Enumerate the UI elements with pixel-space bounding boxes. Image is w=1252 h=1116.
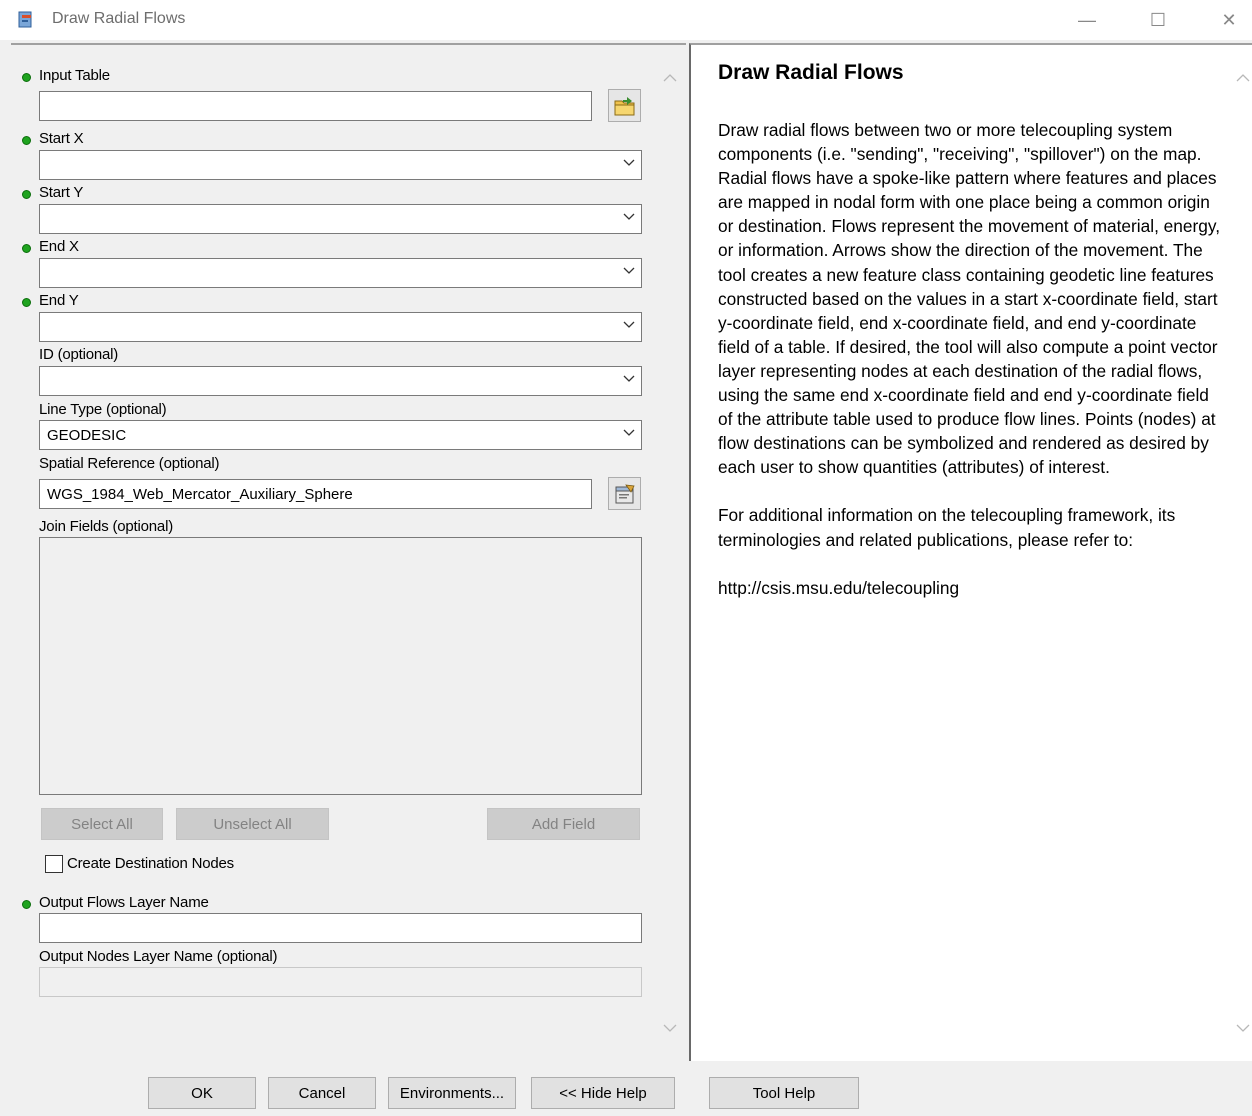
chevron-down-icon bbox=[623, 213, 635, 220]
help-body: Draw radial flows between two or more te… bbox=[718, 118, 1228, 624]
parameters-panel: Input Table Start X Start Y End X End Y … bbox=[11, 43, 686, 1061]
id-select[interactable] bbox=[39, 366, 642, 396]
end-x-select[interactable] bbox=[39, 258, 642, 288]
tool-help-button[interactable]: Tool Help bbox=[709, 1077, 859, 1109]
select-all-button[interactable]: Select All bbox=[41, 808, 163, 840]
required-indicator-icon bbox=[22, 136, 31, 145]
environments-button[interactable]: Environments... bbox=[388, 1077, 516, 1109]
end-x-label: End X bbox=[39, 238, 79, 255]
input-table-label: Input Table bbox=[39, 67, 110, 84]
hide-help-button[interactable]: << Hide Help bbox=[531, 1077, 675, 1109]
ok-button[interactable]: OK bbox=[148, 1077, 256, 1109]
spatial-reference-label: Spatial Reference (optional) bbox=[39, 455, 220, 472]
output-flows-label: Output Flows Layer Name bbox=[39, 894, 209, 911]
minimize-icon: — bbox=[1078, 9, 1096, 30]
required-indicator-icon bbox=[22, 190, 31, 199]
unselect-all-button[interactable]: Unselect All bbox=[176, 808, 329, 840]
spatial-reference-properties-button[interactable] bbox=[608, 477, 641, 510]
join-fields-label: Join Fields (optional) bbox=[39, 518, 173, 535]
scroll-down-icon[interactable] bbox=[663, 1021, 677, 1035]
chevron-down-icon bbox=[623, 375, 635, 382]
chevron-down-icon bbox=[623, 321, 635, 328]
title-bar: Draw Radial Flows — ☐ ✕ bbox=[0, 0, 1252, 40]
chevron-down-icon bbox=[623, 429, 635, 436]
chevron-down-icon bbox=[623, 159, 635, 166]
start-x-select[interactable] bbox=[39, 150, 642, 180]
required-indicator-icon bbox=[22, 298, 31, 307]
create-destination-nodes-label: Create Destination Nodes bbox=[67, 855, 234, 872]
scroll-up-icon[interactable] bbox=[1236, 71, 1250, 85]
close-button[interactable]: ✕ bbox=[1206, 0, 1252, 40]
required-indicator-icon bbox=[22, 73, 31, 82]
start-y-label: Start Y bbox=[39, 184, 84, 201]
cancel-button[interactable]: Cancel bbox=[268, 1077, 376, 1109]
minimize-button[interactable]: — bbox=[1064, 0, 1110, 40]
id-label: ID (optional) bbox=[39, 346, 119, 363]
scroll-up-icon[interactable] bbox=[663, 71, 677, 85]
window-title: Draw Radial Flows bbox=[52, 10, 186, 27]
help-description: Draw radial flows between two or more te… bbox=[718, 120, 1221, 478]
create-destination-nodes-checkbox[interactable] bbox=[45, 855, 63, 873]
required-indicator-icon bbox=[22, 244, 31, 253]
line-type-select[interactable]: GEODESIC bbox=[39, 420, 642, 450]
help-title: Draw Radial Flows bbox=[718, 61, 904, 84]
spatial-reference-icon bbox=[615, 483, 635, 503]
spatial-reference-field[interactable]: WGS_1984_Web_Mercator_Auxiliary_Sphere bbox=[39, 479, 592, 509]
help-panel: Draw Radial Flows Draw radial flows betw… bbox=[689, 43, 1252, 1061]
start-y-select[interactable] bbox=[39, 204, 642, 234]
help-link[interactable]: http://csis.msu.edu/telecoupling bbox=[718, 576, 1228, 600]
output-flows-field[interactable] bbox=[39, 913, 642, 943]
close-icon: ✕ bbox=[1221, 9, 1237, 30]
end-y-select[interactable] bbox=[39, 312, 642, 342]
line-type-value: GEODESIC bbox=[47, 427, 127, 444]
end-y-label: End Y bbox=[39, 292, 79, 309]
required-indicator-icon bbox=[22, 900, 31, 909]
input-table-field[interactable] bbox=[39, 91, 592, 121]
start-x-label: Start X bbox=[39, 130, 84, 147]
chevron-down-icon bbox=[623, 267, 635, 274]
line-type-label: Line Type (optional) bbox=[39, 401, 167, 418]
output-nodes-label: Output Nodes Layer Name (optional) bbox=[39, 948, 278, 965]
maximize-button[interactable]: ☐ bbox=[1135, 0, 1181, 40]
output-nodes-field[interactable] bbox=[39, 967, 642, 997]
maximize-icon: ☐ bbox=[1149, 9, 1167, 30]
help-reference-note: For additional information on the teleco… bbox=[718, 505, 1176, 550]
browse-folder-icon bbox=[614, 96, 634, 115]
scroll-down-icon[interactable] bbox=[1236, 1021, 1250, 1035]
join-fields-list[interactable] bbox=[39, 537, 642, 795]
app-tool-icon bbox=[18, 11, 32, 28]
browse-input-table-button[interactable] bbox=[608, 89, 641, 122]
add-field-button[interactable]: Add Field bbox=[487, 808, 640, 840]
